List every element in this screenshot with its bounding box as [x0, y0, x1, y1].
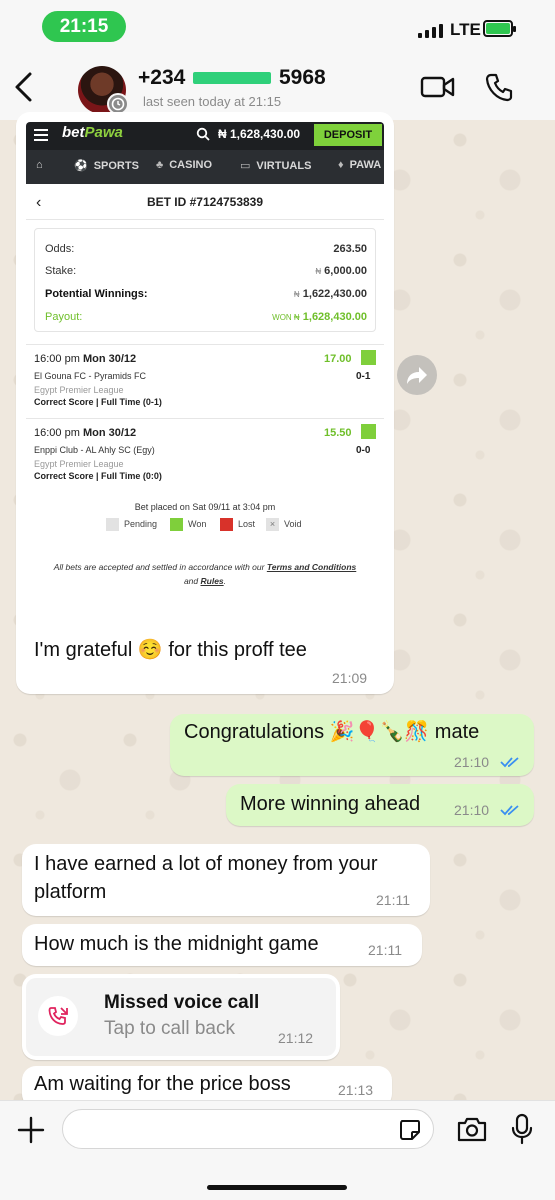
selection-item: 16:00 pm Mon 30/12 15.50 Enppi Club - AL… — [26, 418, 384, 492]
won-indicator — [361, 350, 376, 365]
chevron-left-icon — [15, 72, 32, 102]
nav-casino: ♣ CASINO — [156, 159, 212, 171]
missed-call-title: Missed voice call — [104, 992, 260, 1013]
missed-call-card[interactable]: Missed voice call Tap to call back 21:12 — [26, 978, 336, 1056]
message-text: I have earned a lot of money from your p… — [34, 853, 378, 903]
nav-pawa: ♦ PAWA — [338, 159, 382, 171]
message-time: 21:11 — [368, 942, 402, 958]
terms-text: All bets are accepted and settled in acc… — [53, 562, 357, 586]
cherries-icon: ♣ — [156, 159, 164, 171]
message-text: How much is the midnight game — [34, 933, 319, 955]
message-time: 21:09 — [332, 670, 368, 686]
redaction-mask — [193, 72, 272, 85]
status-legend: Pending Won Lost × Void — [106, 518, 346, 534]
bet-id: BET ID #7124753839 — [146, 195, 264, 209]
menu-icon — [34, 129, 48, 141]
betpawa-top-bar: betPawa ₦ 1,628,430.00 DEPOSIT — [26, 122, 384, 150]
outgoing-message-bubble[interactable]: Congratulations 🎉🎈🍾🎊 mate 21:10 — [170, 714, 534, 776]
message-time: 21:10 — [454, 802, 490, 818]
incoming-message-bubble[interactable]: How much is the midnight game 21:11 — [22, 924, 422, 966]
incoming-message-bubble[interactable]: I have earned a lot of money from your p… — [22, 844, 430, 916]
monitor-icon: ▭ — [240, 160, 251, 172]
video-call-button[interactable] — [420, 74, 456, 100]
outgoing-message-bubble[interactable]: More winning ahead 21:10 — [226, 784, 534, 826]
double-check-icon — [500, 805, 519, 816]
potential-winnings-row: Potential Winnings: ₦ 1,622,430.00 — [45, 288, 367, 300]
missed-call-icon — [38, 996, 78, 1036]
missed-call-subtitle: Tap to call back — [104, 1018, 235, 1039]
contact-name[interactable]: +234 5968 — [138, 66, 326, 90]
nav-sports: ⚽ SPORTS — [74, 160, 139, 172]
phone-icon — [485, 73, 513, 102]
message-time: 21:11 — [376, 892, 410, 908]
home-icon: ⌂ — [36, 159, 43, 171]
ball-icon: ⚽ — [74, 160, 88, 172]
last-seen: last seen today at 21:15 — [143, 94, 282, 109]
forward-button[interactable] — [397, 355, 437, 395]
status-time: 21:15 — [42, 11, 126, 42]
forward-icon — [407, 367, 427, 384]
message-text: I'm grateful ☺️ for this proff tee — [34, 639, 307, 661]
attach-button[interactable] — [17, 1116, 45, 1144]
account-balance: ₦ 1,628,430.00 — [218, 127, 301, 141]
message-text: More winning ahead — [240, 793, 421, 815]
sticker-button[interactable] — [398, 1118, 422, 1142]
search-icon — [196, 127, 210, 141]
message-text: Am waiting for the price boss — [34, 1073, 291, 1095]
bet-summary: Odds: 263.50 Stake: ₦ 6,000.00 Potential W… — [34, 228, 376, 332]
microphone-button[interactable] — [511, 1113, 533, 1145]
message-input-bar — [0, 1100, 555, 1200]
voice-call-button[interactable] — [485, 72, 513, 102]
plus-icon — [17, 1116, 45, 1144]
status-bar: 21:15 LTE — [0, 0, 555, 50]
signal-icon — [418, 22, 446, 38]
payout-row: Payout: WON ₦ 1,628,430.00 — [45, 311, 367, 323]
deposit-button: DEPOSIT — [314, 124, 382, 146]
network-label: LTE — [450, 20, 481, 39]
contact-suffix: 5968 — [279, 66, 326, 89]
back-button[interactable] — [10, 70, 40, 104]
message-time: 21:12 — [278, 1030, 314, 1046]
message-time: 21:10 — [454, 754, 490, 770]
camera-button[interactable] — [456, 1115, 488, 1143]
battery-icon — [483, 20, 516, 37]
contact-prefix: +234 — [138, 66, 186, 89]
bet-id-header: ‹ BET ID #7124753839 — [26, 184, 384, 220]
home-indicator — [207, 1185, 347, 1190]
nav-virtuals: ▭ VIRTUALS — [240, 160, 312, 172]
won-indicator — [361, 424, 376, 439]
bet-screenshot-image[interactable]: betPawa ₦ 1,628,430.00 DEPOSIT ⌂ ⚽ SPORTS… — [26, 122, 384, 592]
drop-icon: ♦ — [338, 159, 344, 171]
microphone-icon — [511, 1113, 533, 1145]
odds-row: Odds: 263.50 — [45, 243, 367, 255]
double-check-icon — [500, 757, 519, 768]
camera-icon — [457, 1117, 487, 1142]
message-time: 21:13 — [338, 1082, 374, 1098]
message-input[interactable] — [62, 1109, 434, 1149]
sticker-icon — [400, 1120, 420, 1140]
video-camera-icon — [420, 76, 455, 98]
stake-row: Stake: ₦ 6,000.00 — [45, 265, 367, 277]
betpawa-nav: ⌂ ⚽ SPORTS ♣ CASINO ▭ VIRTUALS ♦ PAWA — [26, 150, 384, 184]
missed-call-bubble[interactable]: Missed voice call Tap to call back 21:12 — [22, 974, 340, 1060]
betpawa-logo: betPawa — [62, 124, 123, 141]
selection-item: 16:00 pm Mon 30/12 17.00 El Gouna FC - P… — [26, 344, 384, 418]
message-text: Congratulations 🎉🎈🍾🎊 mate — [184, 721, 480, 743]
bet-placed-info: Bet placed on Sat 09/11 at 3:04 pm — [134, 502, 276, 512]
